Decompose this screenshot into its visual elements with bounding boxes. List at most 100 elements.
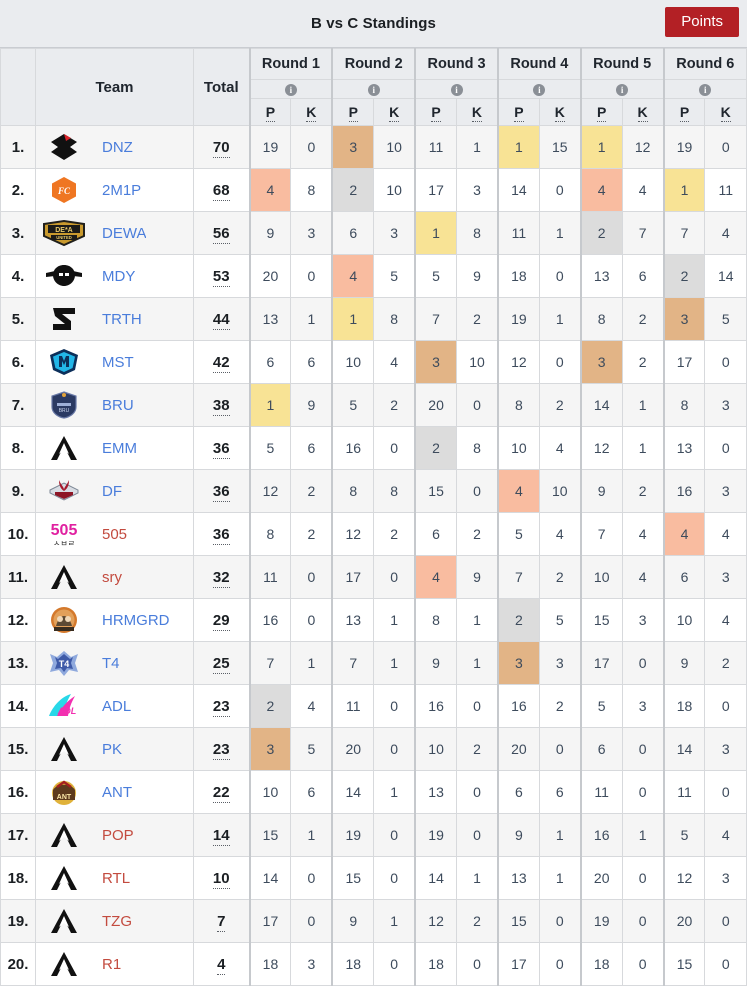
total-value[interactable]: 68 (212, 181, 230, 201)
total-value[interactable]: 56 (212, 224, 230, 244)
round-points-cell: 5 (662, 813, 706, 857)
round-kills-cell: 0 (538, 254, 582, 298)
total-value[interactable]: 36 (212, 482, 230, 502)
info-icon[interactable]: i (533, 84, 546, 97)
standings-page: B vs C Standings Points Team Total Round… (0, 0, 747, 997)
total-value[interactable]: 14 (212, 826, 230, 846)
round-points-cell: 19 (579, 899, 623, 943)
round-kills-cell: 0 (621, 899, 665, 943)
total-value[interactable]: 29 (212, 611, 230, 631)
kills-abbr[interactable]: K (306, 104, 317, 122)
total-value[interactable]: 42 (212, 353, 230, 373)
info-icon[interactable]: i (616, 84, 629, 97)
team-name-link[interactable]: MDY (92, 268, 135, 285)
team-name-link[interactable]: 2M1P (92, 182, 141, 199)
table-row: 4. MDY 53 20 0 4 5 5 9 18 0 13 6 2 14 (0, 254, 747, 298)
round-kills-cell: 0 (621, 641, 665, 685)
team-name-link[interactable]: 505 (92, 526, 127, 543)
kills-abbr[interactable]: K (389, 104, 400, 122)
team-name-link[interactable]: BRU (92, 397, 134, 414)
info-icon[interactable]: i (284, 84, 297, 97)
round-points-cell: 10 (248, 770, 292, 814)
team-name-link[interactable]: MST (92, 354, 134, 371)
kills-abbr[interactable]: K (637, 104, 648, 122)
info-icon[interactable]: i (450, 84, 463, 97)
round-points-cell: 11 (662, 770, 706, 814)
round-points-cell: 18 (248, 942, 292, 986)
total-value[interactable]: 38 (212, 396, 230, 416)
column-header-round-1-k: K (290, 98, 333, 126)
rank-cell: 16. (0, 770, 36, 814)
team-name-link[interactable]: ADL (92, 698, 131, 715)
total-value[interactable]: 36 (212, 525, 230, 545)
total-value[interactable]: 25 (212, 654, 230, 674)
kills-abbr[interactable]: K (720, 104, 731, 122)
points-abbr[interactable]: P (679, 104, 690, 122)
round-points-cell: 11 (496, 211, 540, 255)
points-abbr[interactable]: P (514, 104, 524, 122)
points-abbr[interactable]: P (431, 104, 441, 122)
rank-cell: 6. (0, 340, 36, 384)
points-abbr[interactable]: P (597, 104, 607, 122)
team-name-link[interactable]: ANT (92, 784, 132, 801)
round-kills-cell: 0 (538, 727, 582, 771)
kills-abbr[interactable]: K (471, 104, 483, 122)
total-value[interactable]: 23 (212, 697, 230, 717)
rank-cell: 13. (0, 641, 36, 685)
total-cell: 7 (193, 899, 250, 943)
points-button[interactable]: Points (665, 7, 739, 37)
team-name-link[interactable]: DEWA (92, 225, 146, 242)
round-kills-cell: 5 (704, 297, 747, 341)
column-header-round-5-p: P (579, 98, 623, 126)
team-name-link[interactable]: POP (92, 827, 134, 844)
round-kills-cell: 0 (538, 942, 582, 986)
team-name-link[interactable]: DNZ (92, 139, 133, 156)
round-kills-cell: 2 (538, 383, 582, 427)
round-kills-cell: 1 (373, 641, 416, 685)
round-points-cell: 2 (331, 168, 375, 212)
team-name-link[interactable]: TZG (92, 913, 132, 930)
total-value[interactable]: 53 (212, 267, 230, 287)
svg-text:505: 505 (51, 522, 78, 539)
info-icon[interactable]: i (367, 84, 380, 97)
info-icon[interactable]: i (699, 84, 712, 97)
total-value[interactable]: 7 (217, 912, 226, 932)
total-value[interactable]: 4 (217, 955, 226, 975)
column-header-round-1: Round 1 (248, 48, 333, 80)
team-name-link[interactable]: TRTH (92, 311, 142, 328)
points-abbr[interactable]: P (265, 104, 276, 122)
round-points-cell: 19 (248, 125, 292, 169)
round-kills-cell: 0 (290, 856, 333, 900)
round-kills-cell: 2 (456, 297, 499, 341)
table-row: 9. DF 36 12 2 8 8 15 0 4 10 9 2 16 3 (0, 469, 747, 513)
team-name-link[interactable]: PK (92, 741, 122, 758)
team-cell: DE*A UNITED DEWA (35, 211, 194, 255)
team-name-link[interactable]: R1 (92, 956, 121, 973)
round-points-cell: 1 (662, 168, 706, 212)
round-kills-cell: 0 (290, 899, 333, 943)
team-name-link[interactable]: sry (92, 569, 122, 586)
total-value[interactable]: 36 (212, 439, 230, 459)
round-points-cell: 4 (248, 168, 292, 212)
round-points-cell: 7 (248, 641, 292, 685)
total-value[interactable]: 44 (212, 310, 230, 330)
team-name-link[interactable]: RTL (92, 870, 130, 887)
round-kills-cell: 1 (456, 641, 499, 685)
team-name-link[interactable]: T4 (92, 655, 120, 672)
header-row-rounds: Team Total Round 1 Round 2 Round 3 Round… (0, 48, 747, 126)
team-name-link[interactable]: HRMGRD (92, 612, 170, 629)
kills-abbr[interactable]: K (554, 104, 565, 122)
total-value[interactable]: 70 (212, 138, 230, 158)
total-value[interactable]: 22 (212, 783, 230, 803)
round-points-cell: 8 (414, 598, 458, 642)
points-abbr[interactable]: P (348, 104, 358, 122)
round-kills-cell: 1 (538, 211, 582, 255)
team-name-link[interactable]: DF (92, 483, 122, 500)
round-kills-cell: 15 (538, 125, 582, 169)
total-value[interactable]: 32 (212, 568, 230, 588)
total-value[interactable]: 23 (212, 740, 230, 760)
round-kills-cell: 1 (621, 426, 665, 470)
team-name-link[interactable]: EMM (92, 440, 137, 457)
total-value[interactable]: 10 (212, 869, 230, 889)
total-cell: 56 (193, 211, 250, 255)
